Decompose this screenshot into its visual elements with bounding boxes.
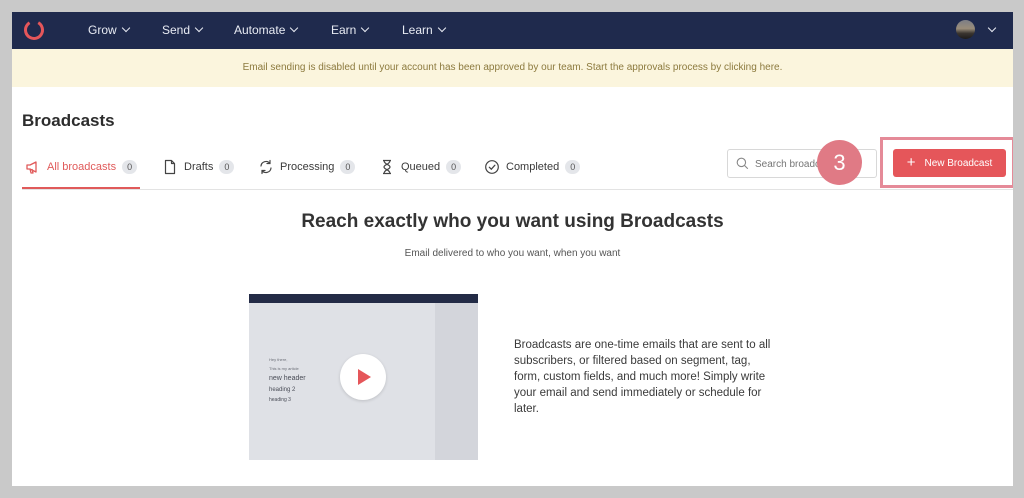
new-broadcast-label: New Broadcast (924, 157, 993, 169)
tab-label: Drafts (184, 161, 214, 173)
tab-processing[interactable]: Processing 0 (258, 157, 356, 177)
logo-icon[interactable] (22, 18, 46, 42)
approval-banner[interactable]: Email sending is disabled until your acc… (12, 49, 1013, 87)
app-window: Grow Send Automate Earn Learn Email send… (12, 12, 1013, 486)
search-input[interactable] (755, 156, 825, 172)
count-badge: 0 (122, 160, 138, 174)
tab-label: All broadcasts (47, 161, 117, 173)
play-icon (358, 369, 371, 385)
tab-label: Completed (506, 161, 560, 173)
chevron-down-icon (361, 23, 370, 33)
video-line: heading 2 (269, 387, 296, 393)
tab-all-broadcasts[interactable]: All broadcasts 0 (25, 157, 138, 177)
count-badge: 0 (565, 160, 581, 174)
count-badge: 0 (340, 160, 356, 174)
tab-queued[interactable]: Queued 0 (379, 157, 462, 177)
refresh-icon (260, 159, 272, 175)
search-icon (736, 157, 749, 170)
empty-state-subheading: Email delivered to who you want, when yo… (404, 248, 621, 259)
chevron-down-icon (437, 23, 446, 33)
tab-label: Queued (401, 161, 441, 173)
tab-completed[interactable]: Completed 0 (484, 157, 581, 177)
plus-icon: + (906, 154, 916, 171)
nav-learn[interactable]: Learn (402, 12, 446, 49)
video-line: new header (269, 375, 306, 382)
count-badge: 0 (219, 160, 235, 174)
empty-state-description: Broadcasts are one-time emails that are … (514, 339, 771, 415)
new-broadcast-button[interactable]: + New Broadcast (893, 149, 1006, 177)
empty-state-heading: Reach exactly who you want using Broadca… (301, 211, 724, 232)
video-app-bar (249, 294, 478, 303)
chevron-down-icon (121, 23, 130, 33)
tabs-divider (22, 189, 1013, 190)
account-chevron-icon[interactable] (987, 23, 997, 33)
play-button[interactable] (340, 354, 386, 400)
video-side-panel (435, 303, 478, 460)
top-nav: Grow Send Automate Earn Learn (12, 12, 1013, 49)
step-marker: 3 (817, 140, 862, 185)
page-title: Broadcasts (22, 111, 115, 130)
video-line: Hey there, (269, 357, 288, 362)
nav-automate[interactable]: Automate (234, 12, 299, 49)
megaphone-icon (26, 161, 37, 174)
video-line: This is my article (269, 366, 299, 371)
hourglass-icon (383, 159, 391, 175)
check-circle-icon (485, 160, 499, 174)
count-badge: 0 (446, 160, 462, 174)
tab-drafts[interactable]: Drafts 0 (162, 157, 235, 177)
chevron-down-icon (194, 23, 204, 33)
video-line: heading 3 (269, 397, 291, 403)
nav-earn[interactable]: Earn (331, 12, 370, 49)
nav-send[interactable]: Send (162, 12, 204, 49)
document-icon (164, 159, 176, 175)
tab-label: Processing (280, 161, 335, 173)
nav-grow[interactable]: Grow (88, 12, 130, 49)
tutorial-video[interactable]: Hey there, This is my article new header… (249, 294, 478, 460)
chevron-down-icon (290, 23, 299, 33)
avatar[interactable] (956, 20, 975, 39)
